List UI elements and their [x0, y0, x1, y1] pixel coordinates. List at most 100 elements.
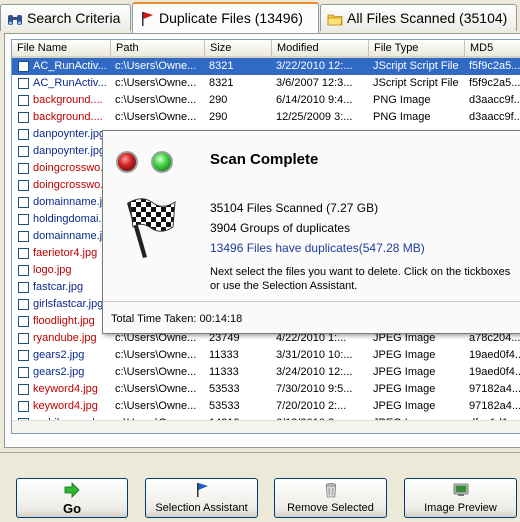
cell-type: JPEG Image — [373, 366, 436, 378]
dialog-divider — [103, 301, 520, 302]
blue-flag-icon — [196, 483, 208, 497]
go-button-label: Go — [62, 501, 82, 516]
tab-bar: Search Criteria Duplicate Files (13496) … — [0, 0, 520, 34]
cell-name: danpoynter.jpg — [33, 145, 106, 157]
cell-name: keyword4.jpg — [33, 400, 98, 412]
column-header-size[interactable]: Size — [205, 40, 272, 58]
tab-label: All Files Scanned (35104) — [347, 10, 508, 26]
scan-complete-dialog: Scan Complete 35104 Files Scanned (7.27 … — [102, 130, 520, 334]
cell-md5: 97182a4... — [469, 383, 520, 395]
red-flag-icon — [142, 12, 153, 26]
dialog-title: Scan Complete — [210, 151, 319, 168]
cell-md5: f5f9c2a5... — [469, 77, 520, 89]
cell-md5: d3aacc9f... — [469, 111, 520, 123]
cell-modified: 3/22/2010 12:... — [276, 60, 353, 72]
table-row[interactable]: background.... c:\Users\Owne... 290 6/14/20… — [12, 92, 520, 109]
column-header-file-name[interactable]: File Name — [12, 40, 111, 58]
image-preview-label: Image Preview — [424, 502, 497, 514]
column-header-file-type[interactable]: File Type — [369, 40, 465, 58]
table-row[interactable]: AC_RunActiv... c:\Users\Owne... 8321 3/6/20… — [12, 75, 520, 92]
cell-type: JScript Script File — [373, 60, 459, 72]
table-row[interactable]: background.... c:\Users\Owne... 290 12/25/2… — [12, 109, 520, 126]
cell-name: AC_RunActiv... — [33, 77, 107, 89]
cell-path: c:\Users\Owne... — [115, 349, 197, 361]
green-arrow-icon — [64, 482, 80, 498]
cell-name: background.... — [33, 94, 103, 106]
cell-size: 11333 — [209, 349, 239, 361]
monitor-icon — [453, 483, 468, 496]
cell-name: faerietor4.jpg — [33, 247, 98, 259]
cell-md5: 19aed0f4... — [469, 349, 520, 361]
cell-size: 11333 — [209, 366, 239, 378]
image-preview-button[interactable]: Image Preview — [404, 478, 517, 518]
cell-name: floodlight.jpg — [33, 315, 95, 327]
cell-name: doingcrosswo... — [33, 179, 110, 191]
cell-size: 8321 — [209, 60, 234, 72]
cell-size: 290 — [209, 94, 228, 106]
cell-type: PNG Image — [373, 94, 431, 106]
remove-selected-label: Remove Selected — [287, 502, 374, 514]
cell-name: holdingdomai... — [33, 213, 108, 225]
cell-size: 290 — [209, 111, 228, 123]
cell-type: JPEG Image — [373, 383, 436, 395]
column-header-modified[interactable]: Modified — [272, 40, 369, 58]
total-time-text: Total Time Taken: 00:14:18 — [111, 313, 243, 325]
cell-modified: 6/14/2010 9:4... — [276, 94, 353, 106]
binoculars-icon — [8, 15, 22, 25]
cell-name: danpoynter.jpg — [33, 128, 106, 140]
go-button[interactable]: Go — [16, 478, 128, 518]
cell-modified: 3/31/2010 10:... — [276, 349, 353, 361]
cell-type: JPEG Image — [373, 400, 436, 412]
selection-assistant-button[interactable]: Selection Assistant — [145, 478, 258, 518]
selection-assistant-label: Selection Assistant — [155, 502, 248, 514]
cell-name: AC_RunActiv... — [33, 60, 107, 72]
files-scanned-text: 35104 Files Scanned (7.27 GB) — [210, 201, 379, 215]
cell-modified: 3/24/2010 12:... — [276, 366, 353, 378]
cell-path: c:\Users\Owne... — [115, 400, 197, 412]
cell-path: c:\Users\Owne... — [115, 383, 197, 395]
tab-search-criteria[interactable]: Search Criteria — [0, 4, 131, 31]
folder-icon — [327, 14, 343, 26]
column-header-path[interactable]: Path — [111, 40, 205, 58]
column-header-md5[interactable]: MD5 — [465, 40, 520, 58]
cell-path: c:\Users\Owne... — [115, 366, 197, 378]
tab-duplicate-files[interactable]: Duplicate Files (13496) — [132, 2, 319, 33]
cell-name: logo.jpg — [33, 264, 72, 276]
tab-label: Duplicate Files (13496) — [159, 10, 303, 26]
grid-header: File Name Path Size Modified File Type M… — [12, 40, 520, 58]
cell-modified: 7/20/2010 2:... — [276, 400, 347, 412]
cell-modified: 3/6/2007 12:3... — [276, 77, 353, 89]
cell-name: keyword4.jpg — [33, 383, 98, 395]
cell-name: background.... — [33, 111, 103, 123]
cell-path: c:\Users\Owne... — [115, 111, 197, 123]
cell-md5: f5f9c2a5... — [469, 60, 520, 72]
green-light-icon — [151, 151, 173, 173]
groups-text: 3904 Groups of duplicates — [210, 221, 351, 235]
table-row[interactable]: gears2.jpg c:\Users\Owne... 11333 3/24/2010… — [12, 364, 520, 381]
table-row[interactable]: gears2.jpg c:\Users\Owne... 11333 3/31/2010… — [12, 347, 520, 364]
cell-name: gears2.jpg — [33, 366, 85, 378]
cell-path: c:\Users\Owne... — [115, 77, 197, 89]
tab-all-files-scanned[interactable]: All Files Scanned (35104) — [320, 4, 517, 31]
cell-size: 8321 — [209, 77, 234, 89]
cell-size: 53533 — [209, 400, 240, 412]
trash-can-icon — [325, 483, 336, 498]
cell-md5: 19aed0f4... — [469, 366, 520, 378]
cell-md5: d3aacc9f... — [469, 94, 520, 106]
red-light-icon — [116, 151, 138, 173]
cell-md5: 97182a4... — [469, 400, 520, 412]
cell-size: 53533 — [209, 383, 240, 395]
toolbar-divider — [0, 452, 520, 453]
cell-type: PNG Image — [373, 111, 431, 123]
remove-selected-button[interactable]: Remove Selected — [274, 478, 387, 518]
cell-name: domainname.jpg — [33, 230, 111, 242]
tab-label: Search Criteria — [27, 10, 121, 26]
table-row[interactable]: keyword4.jpg c:\Users\Owne... 53533 7/30/20… — [12, 381, 520, 398]
horizontal-scrollbar[interactable] — [12, 420, 520, 433]
cell-path: c:\Users\Owne... — [115, 94, 197, 106]
table-row[interactable]: AC_RunActiv... c:\Users\Owne... 8321 3/22/2… — [12, 58, 520, 75]
cell-name: fastcar.jpg — [33, 281, 84, 293]
cell-modified: 12/25/2009 3:... — [276, 111, 353, 123]
table-row[interactable]: keyword4.jpg c:\Users\Owne... 53533 7/20/20… — [12, 398, 520, 415]
cell-name: ryandube.jpg — [33, 332, 97, 344]
